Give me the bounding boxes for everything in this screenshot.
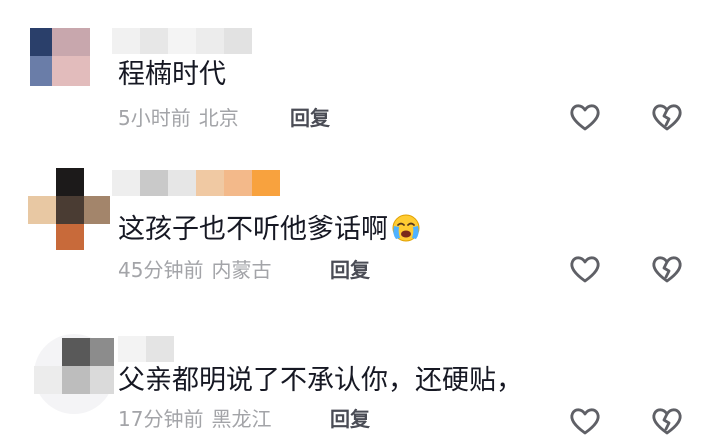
broken-heart-outline-icon [652, 104, 682, 131]
comment-item: 父亲都明说了不承认你，还硬贴， 17分钟前 黑龙江 回复 [0, 310, 720, 435]
broken-heart-outline-icon [652, 256, 682, 283]
reply-button[interactable]: 回复 [290, 105, 330, 131]
comment-time: 45分钟前 [118, 258, 204, 282]
comment-text: 这孩子也不听他爹话啊 [118, 212, 422, 247]
dislike-button[interactable] [650, 404, 684, 438]
comment-location: 内蒙古 [211, 258, 272, 282]
avatar[interactable] [28, 168, 110, 250]
like-button[interactable] [568, 404, 602, 438]
dislike-button[interactable] [650, 100, 684, 134]
username-pixelated[interactable] [112, 28, 252, 54]
comment-item: 这孩子也不听他爹话啊 45分钟前 内蒙古 回复 [0, 150, 720, 310]
like-button[interactable] [568, 252, 602, 286]
comment-meta: 45分钟前 内蒙古 [118, 257, 271, 283]
heart-outline-icon [570, 408, 600, 435]
heart-outline-icon [570, 104, 600, 131]
dislike-button[interactable] [650, 252, 684, 286]
comment-location: 北京 [198, 106, 239, 130]
username-pixelated[interactable] [112, 170, 280, 196]
comment-text: 程楠时代 [118, 59, 226, 90]
comment-meta: 5小时前 北京 [118, 105, 239, 131]
comment-time: 5小时前 [118, 106, 191, 130]
broken-heart-outline-icon [652, 408, 682, 435]
heart-outline-icon [570, 256, 600, 283]
comment-meta: 17分钟前 黑龙江 [118, 406, 271, 432]
like-button[interactable] [568, 100, 602, 134]
comment-time: 17分钟前 [118, 407, 204, 431]
avatar[interactable] [34, 334, 114, 414]
username-pixelated[interactable] [118, 336, 174, 362]
crying-face-icon [390, 212, 422, 244]
comment-text-body: 这孩子也不听他爹话啊 [118, 214, 388, 245]
reply-button[interactable]: 回复 [330, 257, 370, 283]
avatar[interactable] [30, 28, 90, 86]
reply-button[interactable]: 回复 [330, 406, 370, 432]
comment-item: 程楠时代 5小时前 北京 回复 [0, 0, 720, 150]
comment-location: 黑龙江 [211, 407, 272, 431]
comment-text: 父亲都明说了不承认你，还硬贴， [118, 365, 523, 396]
